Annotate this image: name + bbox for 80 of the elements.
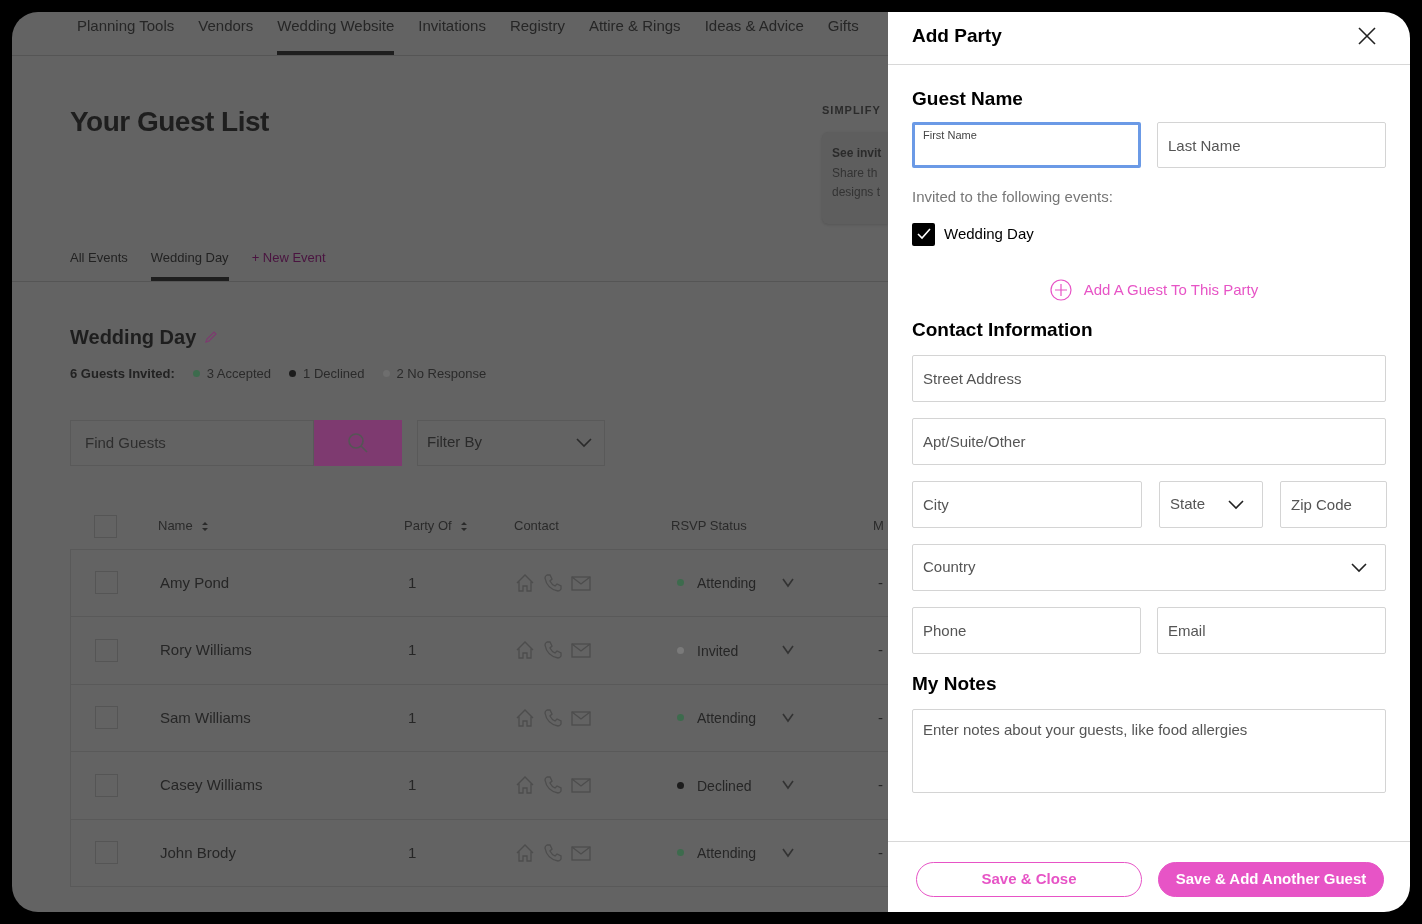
status-count: 3 Accepted (206, 365, 272, 383)
nav-link[interactable]: Invitations (418, 12, 486, 55)
new-event-link[interactable]: + New Event (251, 238, 326, 281)
party-size: 1 (408, 707, 418, 728)
chevron-down-icon (576, 437, 592, 448)
chevron-down-icon (1228, 499, 1244, 510)
rsvp-status[interactable]: Attending (697, 573, 782, 595)
checkbox-label: Wedding Day (944, 223, 1034, 244)
name-field[interactable]: First Name (912, 122, 1141, 168)
chevron-down-icon (782, 712, 794, 723)
sort-icon (459, 520, 468, 532)
pencil-icon (204, 330, 219, 344)
nav-link[interactable]: Vendors (198, 12, 254, 55)
input-field[interactable]: City (912, 481, 1142, 528)
input-field[interactable]: Phone (912, 607, 1141, 654)
table-cell-text: - (878, 775, 884, 795)
guest-name: Casey Williams (160, 775, 264, 795)
search-button[interactable] (314, 419, 402, 466)
table-cell-text: - (878, 842, 884, 863)
chevron-down-icon (782, 847, 794, 858)
save-add-button[interactable]: Save & Add Another Guest (1158, 862, 1384, 897)
event-tab[interactable]: Wedding Day (150, 238, 229, 281)
plus-circle-icon (1049, 278, 1072, 301)
notes-field[interactable]: Enter notes about your guests, like food allergies (912, 709, 1386, 793)
panel-title: Add Party (912, 23, 1002, 48)
rsvp-status[interactable]: Invited (697, 640, 782, 662)
guest-name: John Brody (160, 842, 237, 863)
column-header[interactable]: Contact (514, 516, 559, 536)
nav-link[interactable]: Registry (509, 12, 565, 55)
nav-link[interactable]: Wedding Website (277, 12, 395, 55)
table-cell-text: - (878, 572, 884, 593)
column-header[interactable]: M (873, 516, 884, 536)
guest-name: Sam Williams (160, 707, 252, 728)
nav-link[interactable]: Attire & Rings (588, 12, 681, 55)
select-field[interactable]: Country (912, 544, 1386, 591)
filter-dropdown[interactable]: Filter By (417, 419, 605, 466)
event-tab[interactable]: All Events (70, 238, 128, 281)
section-heading: Contact Information (912, 318, 1094, 342)
guest-name: Rory Williams (160, 640, 253, 660)
input-field[interactable]: Street Address (912, 355, 1386, 402)
input-field[interactable]: Apt/Suite/Other (912, 418, 1386, 465)
nav-link[interactable]: Planning Tools (77, 12, 175, 55)
party-size: 1 (408, 572, 418, 593)
guest-name: Amy Pond (160, 572, 231, 593)
party-size: 1 (408, 640, 418, 660)
add-guest-link[interactable]: Add A Guest To This Party (1049, 278, 1259, 301)
column-header[interactable]: Party Of (404, 516, 452, 536)
check-icon (916, 228, 931, 240)
status-count: 2 No Response (396, 365, 487, 383)
chevron-down-icon (782, 645, 794, 656)
chevron-down-icon (782, 577, 794, 588)
page-title: Your Guest List (70, 106, 269, 139)
column-header[interactable]: Name (158, 516, 193, 536)
chevron-down-icon (782, 780, 794, 791)
rsvp-status[interactable]: Attending (697, 708, 782, 730)
rsvp-status[interactable]: Attending (697, 843, 782, 865)
section-heading: Guest Name (912, 87, 1024, 111)
event-checkbox[interactable] (912, 222, 935, 246)
search-icon (347, 431, 369, 454)
guest-count: 6 Guests Invited: (70, 365, 175, 383)
table-cell-text: - (878, 707, 884, 728)
input-field[interactable]: Email (1157, 607, 1386, 654)
chevron-down-icon (1351, 562, 1367, 573)
party-size: 1 (408, 775, 418, 795)
nav-link[interactable]: Ideas & Advice (704, 12, 804, 55)
events-label: Invited to the following events: (912, 187, 1114, 207)
rsvp-status[interactable]: Declined (697, 775, 782, 797)
event-title: Wedding Day (70, 325, 197, 350)
promo-eyebrow: SIMPLIFY (822, 103, 882, 118)
section-heading: My Notes (912, 672, 998, 696)
party-size: 1 (408, 842, 418, 863)
sort-icon (200, 520, 209, 532)
column-header[interactable]: RSVP Status (671, 516, 747, 536)
table-cell-text: - (878, 640, 884, 660)
save-close-button[interactable]: Save & Close (916, 862, 1142, 897)
status-count: 1 Declined (303, 365, 365, 383)
select-field[interactable]: State (1159, 481, 1263, 528)
input-field[interactable]: Zip Code (1280, 481, 1387, 528)
name-field[interactable]: Last Name (1157, 122, 1386, 168)
nav-link[interactable]: Gifts (827, 12, 859, 55)
